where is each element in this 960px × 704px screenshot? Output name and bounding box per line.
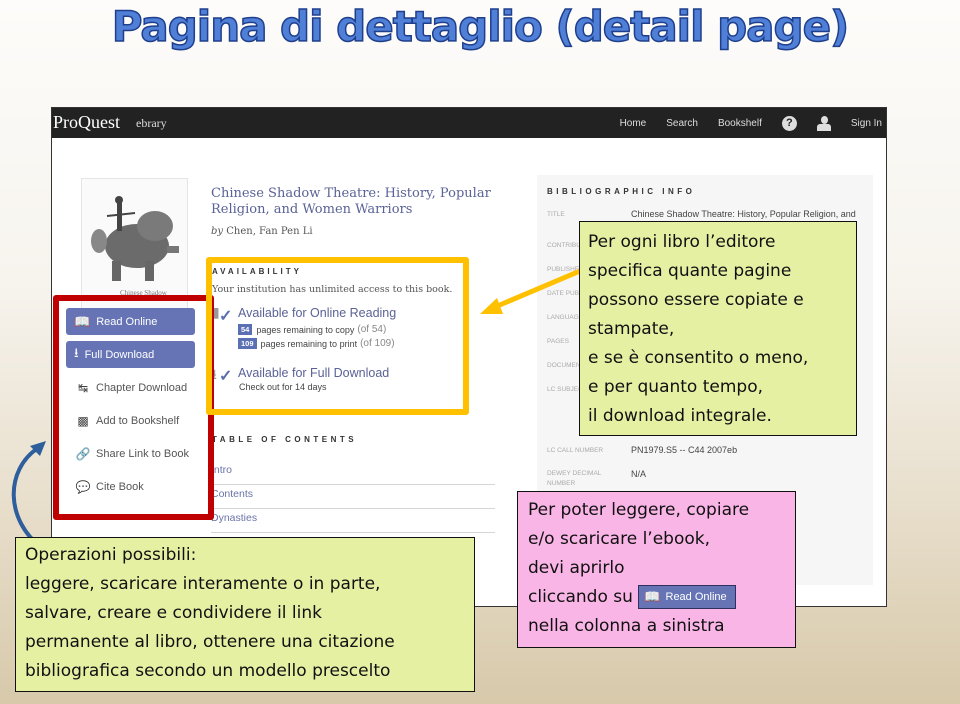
book-cover[interactable]: Chinese Shadow bbox=[81, 178, 188, 310]
biblio-label: DEWEY DECIMAL NUMBER bbox=[547, 470, 602, 487]
biblio-label: TITLE bbox=[547, 211, 565, 218]
biblio-label: LC CALL NUMBER bbox=[547, 447, 604, 454]
author-name[interactable]: Chen, Fan Pen Li bbox=[226, 226, 312, 237]
blue-arrow-head bbox=[30, 441, 46, 456]
help-icon[interactable]: ? bbox=[781, 115, 797, 131]
actions-highlight-frame bbox=[53, 295, 214, 520]
top-navigation-bar: ProQuest ebrary Home Search Bookshelf ? … bbox=[52, 108, 886, 138]
callout-line: specifica quante pagine bbox=[588, 261, 792, 281]
slide-title: Pagina di dettaglio (detail page) bbox=[111, 1, 850, 52]
callout-line: stampate, bbox=[588, 319, 675, 339]
read-online-button-example: 📖 Read Online bbox=[638, 585, 736, 609]
callout-line: e/o scaricare l’ebook, bbox=[528, 529, 710, 549]
nav-bookshelf-link[interactable]: Bookshelf bbox=[718, 118, 762, 129]
cover-illustration bbox=[91, 196, 179, 281]
callout-line: salvare, creare e condividere il link bbox=[25, 603, 323, 623]
biblio-heading: BIBLIOGRAPHIC INFO bbox=[547, 187, 696, 196]
biblio-value: N/A bbox=[631, 469, 647, 479]
callout-line: cliccando su 📖 Read Online bbox=[528, 583, 785, 612]
nav-home-link[interactable]: Home bbox=[620, 118, 647, 129]
callout-line: Operazioni possibili: bbox=[25, 545, 197, 565]
callout-line: bibliografica secondo un modello prescel… bbox=[25, 661, 391, 681]
toc-heading: TABLE OF CONTENTS bbox=[212, 435, 358, 444]
callout-line: nella colonna a sinistra bbox=[528, 616, 725, 636]
nav-links: Home Search Bookshelf ? Sign In bbox=[600, 108, 882, 138]
callout-line: Per ogni libro l’editore bbox=[588, 232, 776, 252]
user-icon[interactable] bbox=[816, 115, 831, 131]
toc-item[interactable]: Intro bbox=[211, 462, 495, 485]
book-title: Chinese Shadow Theatre: History, Popular… bbox=[211, 186, 491, 217]
author-prefix: by bbox=[211, 226, 224, 237]
callout-line: Per poter leggere, copiare bbox=[528, 500, 750, 520]
callout-line: e per quanto tempo, bbox=[588, 377, 764, 397]
callout-line: devi aprirlo bbox=[528, 558, 625, 578]
nav-search-link[interactable]: Search bbox=[666, 118, 698, 129]
read-online-example-label: Read Online bbox=[665, 591, 727, 603]
availability-highlight-frame bbox=[206, 257, 469, 415]
toc-item[interactable]: Dynasties bbox=[211, 510, 495, 533]
blue-curved-arrow bbox=[11, 446, 44, 550]
callout-line: possono essere copiate e bbox=[588, 290, 804, 310]
operations-callout: Operazioni possibili: leggere, scaricare… bbox=[15, 537, 475, 692]
toc-item[interactable]: Contents bbox=[211, 486, 495, 509]
callout-line: leggere, scaricare interamente o in part… bbox=[25, 574, 381, 594]
open-book-icon: 📖 bbox=[644, 589, 661, 604]
callout-line: e se è consentito o meno, bbox=[588, 348, 809, 368]
sign-in-link[interactable]: Sign In bbox=[851, 118, 882, 129]
open-book-callout: Per poter leggere, copiare e/o scaricare… bbox=[517, 491, 796, 648]
callout-text: cliccando su bbox=[528, 587, 633, 607]
callout-line: il download integrale. bbox=[588, 406, 772, 426]
callout-line: permanente al libro, ottenere una citazi… bbox=[25, 632, 395, 652]
book-author: by Chen, Fan Pen Li bbox=[211, 226, 313, 237]
ebrary-logo: ebrary bbox=[136, 116, 167, 130]
pages-info-callout: Per ogni libro l’editore specifica quant… bbox=[579, 221, 857, 436]
biblio-value: PN1979.S5 -- C44 2007eb bbox=[631, 445, 738, 455]
proquest-logo[interactable]: ProQuest bbox=[53, 112, 120, 133]
